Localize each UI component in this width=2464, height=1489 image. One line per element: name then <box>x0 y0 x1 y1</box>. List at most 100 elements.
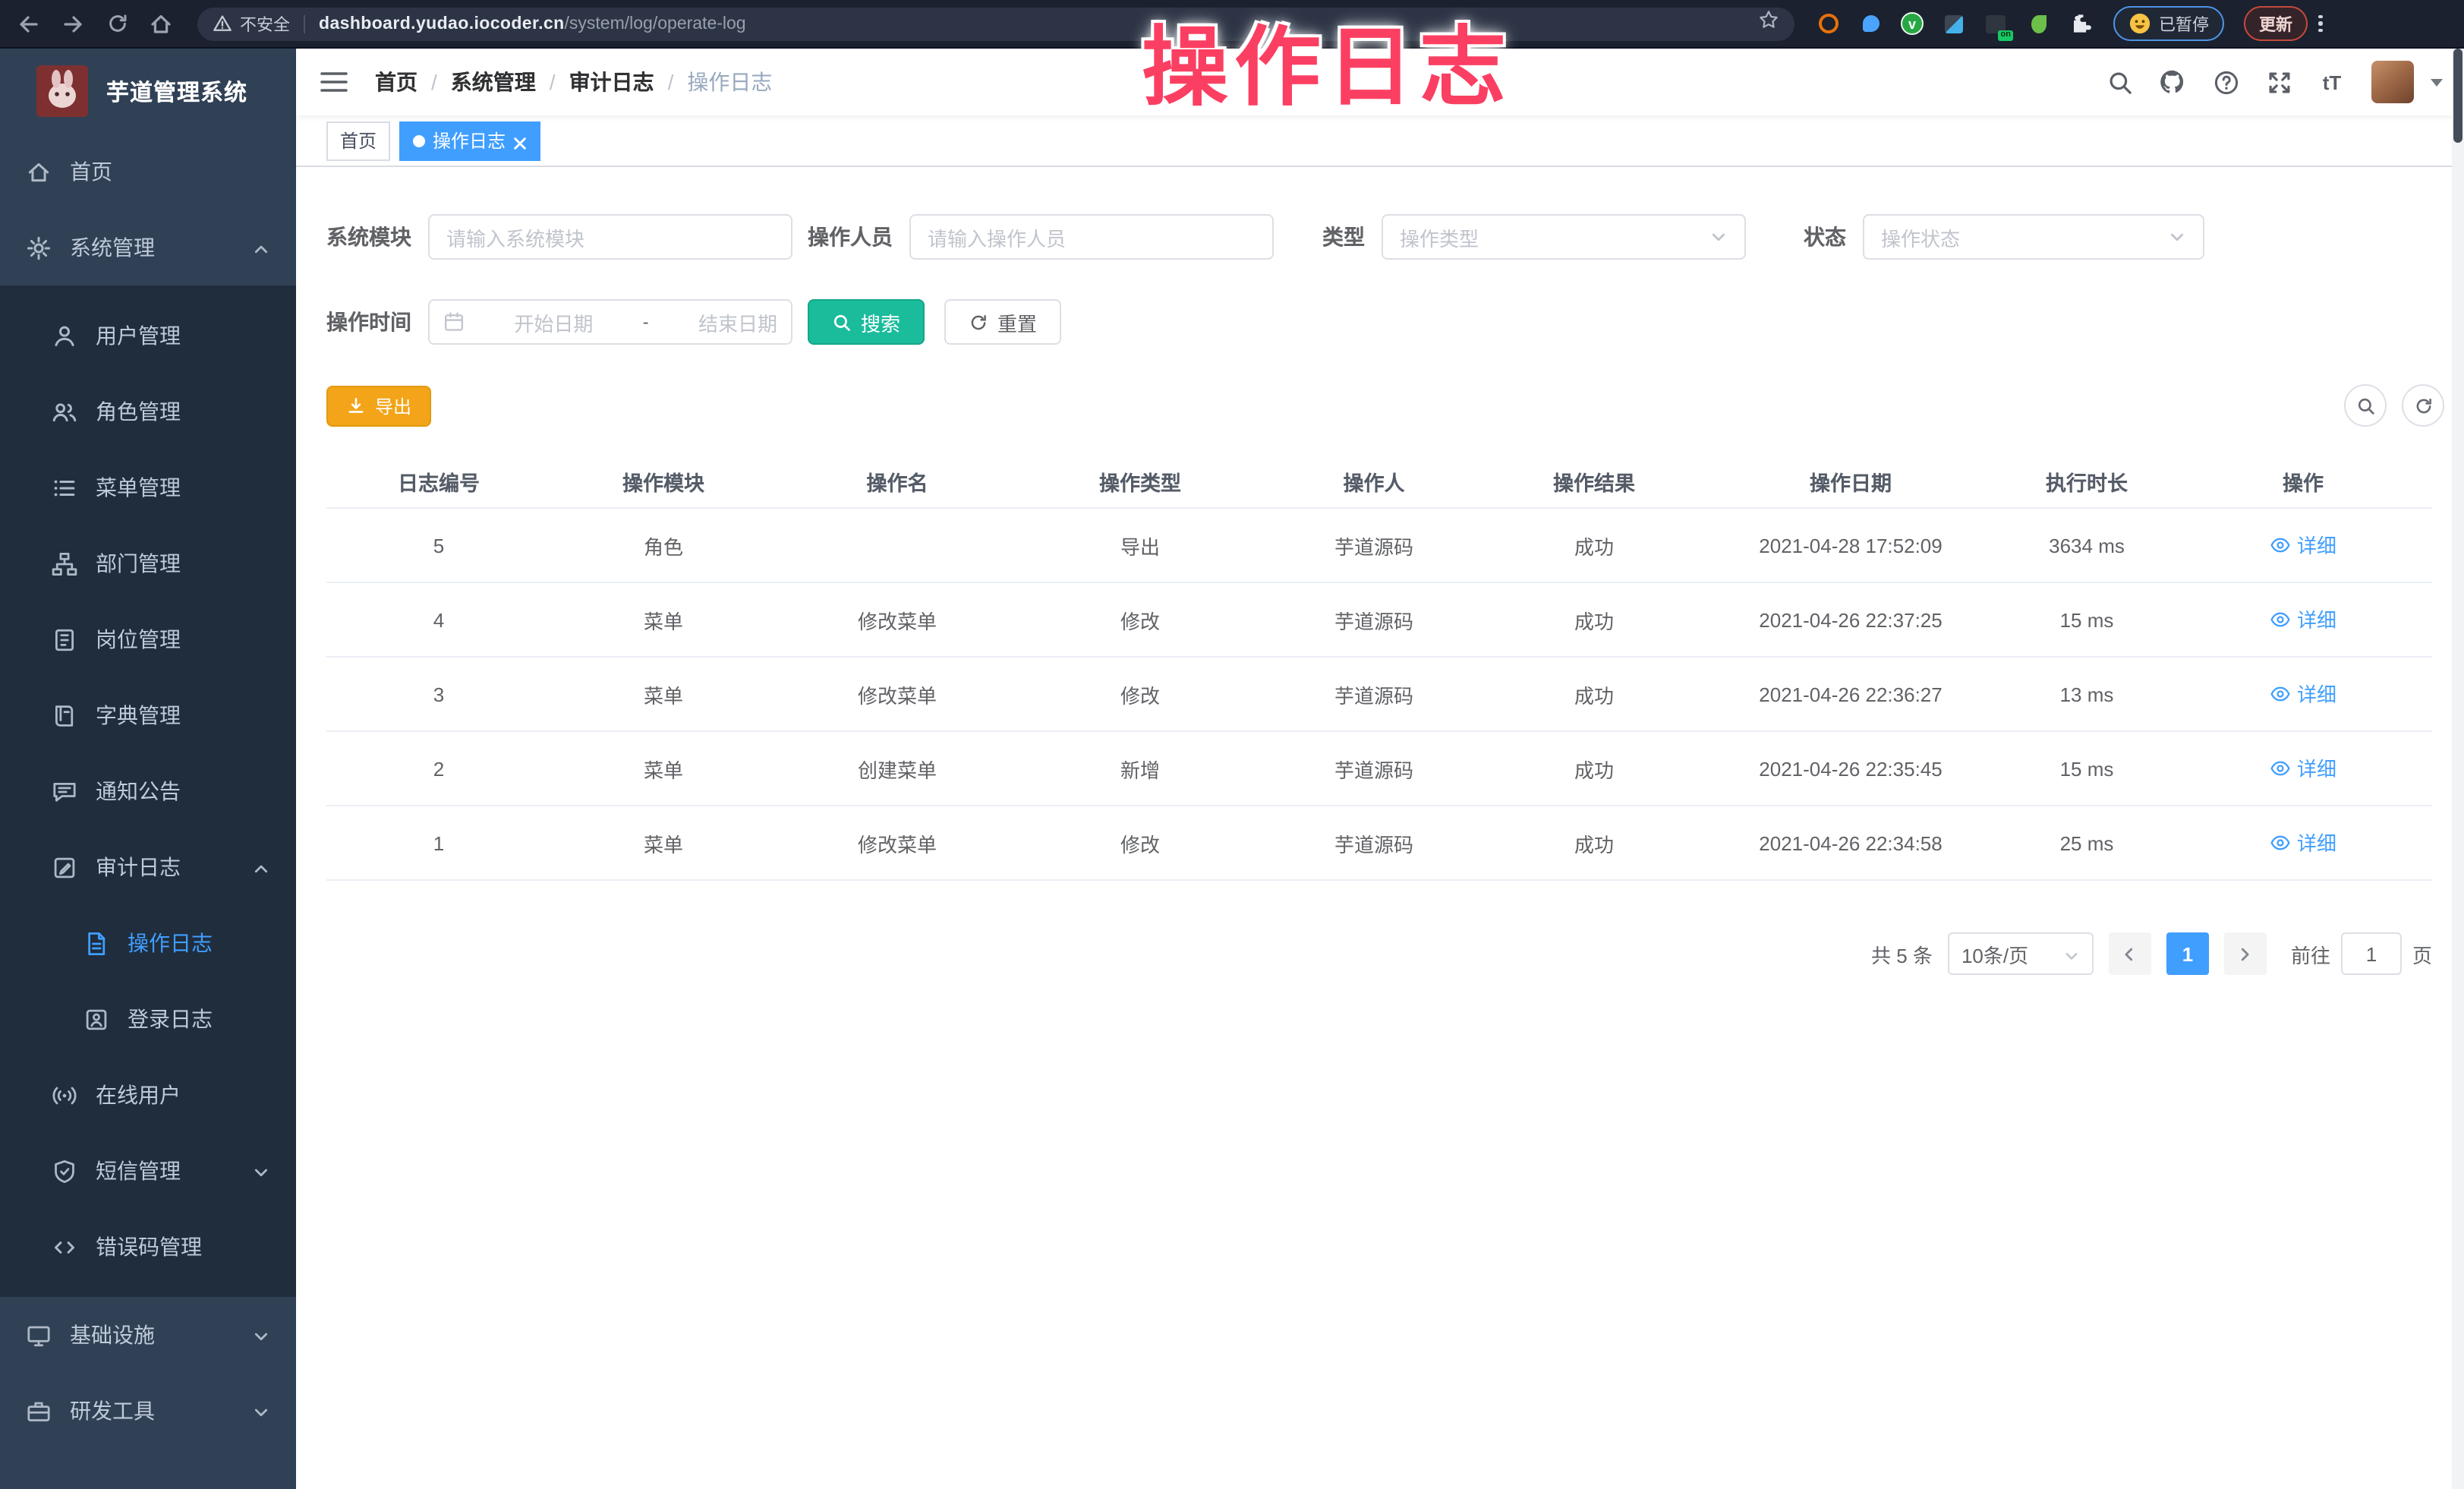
chevron-right-icon <box>2237 945 2254 962</box>
total-count: 共 5 条 <box>1871 939 1933 968</box>
sidebar-item-departments[interactable]: 部门管理 <box>0 525 296 601</box>
status-select[interactable]: 操作状态 <box>1863 214 2204 260</box>
search-button[interactable]: 搜索 <box>808 299 925 345</box>
search-button-label: 搜索 <box>861 308 900 336</box>
reset-button[interactable]: 重置 <box>944 299 1061 345</box>
breadcrumb-item[interactable]: 首页 <box>375 67 417 97</box>
sidebar-item-audit-log[interactable]: 审计日志 <box>0 829 296 905</box>
operator-input[interactable]: 请输入操作人员 <box>909 214 1274 260</box>
extensions-puzzle-icon[interactable] <box>2068 11 2094 36</box>
github-icon[interactable] <box>2159 68 2186 96</box>
sidebar-item-sms[interactable]: 短信管理 <box>0 1133 296 1209</box>
back-icon[interactable] <box>14 8 44 39</box>
app-logo <box>36 65 88 117</box>
extension-orange-icon[interactable] <box>1816 11 1842 36</box>
sidebar-item-menus[interactable]: 菜单管理 <box>0 450 296 525</box>
address-bar[interactable]: 不安全 dashboard.yudao.iocoder.cn /system/l… <box>197 7 1794 40</box>
page-size-select[interactable]: 10条/页 <box>1948 932 2094 975</box>
sidebar-item-home[interactable]: 首页 <box>0 134 296 210</box>
audit-log-icon <box>52 854 77 880</box>
caret-down-icon[interactable] <box>2431 78 2443 86</box>
tab-home[interactable]: 首页 <box>326 121 390 160</box>
browser-home-icon[interactable] <box>146 8 176 39</box>
hamburger-icon[interactable] <box>320 70 348 94</box>
detail-link[interactable]: 详细 <box>2270 605 2336 634</box>
sidebar-item-login-log[interactable]: 登录日志 <box>0 981 296 1057</box>
forward-icon[interactable] <box>58 8 88 39</box>
sidebar-item-posts[interactable]: 岗位管理 <box>0 601 296 677</box>
detail-link[interactable]: 详细 <box>2270 754 2336 783</box>
sidebar-item-infrastructure[interactable]: 基础设施 <box>0 1297 296 1373</box>
cell-name: 修改菜单 <box>776 680 1019 708</box>
column-header: 操作名 <box>776 465 1019 496</box>
filter-row-1: 系统模块 请输入系统模块 操作人员 请输入操作人员 类型 操作类型 状态 <box>326 214 2444 260</box>
column-header: 日志编号 <box>326 465 551 496</box>
bookmark-star-icon[interactable] <box>1758 9 1779 38</box>
type-label: 类型 <box>1322 222 1382 252</box>
close-icon[interactable] <box>513 134 527 147</box>
security-status[interactable]: 不安全 <box>213 11 290 36</box>
sidebar-item-dictionary[interactable]: 字典管理 <box>0 677 296 753</box>
cell-duration: 15 ms <box>1999 608 2174 631</box>
cell-module: 角色 <box>551 531 776 560</box>
home-icon <box>26 159 52 185</box>
prev-page-button[interactable] <box>2109 932 2151 975</box>
sidebar-item-label: 系统管理 <box>70 232 155 263</box>
sidebar-item-operate-log[interactable]: 操作日志 <box>0 905 296 981</box>
refresh-icon[interactable] <box>2402 384 2444 427</box>
breadcrumb-item[interactable]: 系统管理 <box>451 67 536 97</box>
extension-switch-icon[interactable]: on <box>1983 11 2009 36</box>
badge-icon <box>52 626 77 652</box>
cell-module: 菜单 <box>551 680 776 708</box>
app-logo-row[interactable]: 芋道管理系统 <box>0 49 296 134</box>
sidebar-item-label: 通知公告 <box>96 776 181 806</box>
reload-icon[interactable] <box>102 8 132 39</box>
help-icon[interactable] <box>2212 68 2239 96</box>
search-icon[interactable] <box>2106 68 2133 96</box>
cell-module: 菜单 <box>551 828 776 857</box>
browser-update-button[interactable]: 更新 <box>2244 6 2308 41</box>
toggle-search-icon[interactable] <box>2344 384 2387 427</box>
sidebar-item-label: 登录日志 <box>128 1004 213 1034</box>
date-range-picker[interactable]: 开始日期 - 结束日期 <box>428 299 792 345</box>
module-input[interactable]: 请输入系统模块 <box>428 214 792 260</box>
goto-page-input[interactable] <box>2341 932 2402 975</box>
scrollbar-thumb[interactable] <box>2453 49 2462 143</box>
next-page-button[interactable] <box>2224 932 2267 975</box>
detail-link[interactable]: 详细 <box>2270 531 2336 560</box>
browser-menu-icon[interactable] <box>2318 15 2322 33</box>
extension-v-icon[interactable]: v <box>1901 12 1924 35</box>
sidebar-item-roles[interactable]: 角色管理 <box>0 374 296 450</box>
font-size-icon[interactable]: tT <box>2318 68 2346 96</box>
page-number-button[interactable]: 1 <box>2166 932 2209 975</box>
eye-icon <box>2270 609 2291 630</box>
cell-result: 成功 <box>1486 828 1702 857</box>
refresh-icon <box>969 312 988 332</box>
fullscreen-icon[interactable] <box>2265 68 2292 96</box>
sidebar-item-error-codes[interactable]: 错误码管理 <box>0 1209 296 1285</box>
sidebar-item-online-users[interactable]: 在线用户 <box>0 1057 296 1133</box>
user-avatar[interactable] <box>2371 61 2414 103</box>
type-select[interactable]: 操作类型 <box>1382 214 1746 260</box>
extension-gem-icon[interactable] <box>1940 11 1966 36</box>
cell-type: 新增 <box>1019 754 1262 783</box>
breadcrumb-item[interactable]: 审计日志 <box>569 67 654 97</box>
page-scrollbar[interactable] <box>2452 49 2464 1489</box>
tab-operate-log[interactable]: 操作日志 <box>399 121 540 160</box>
profile-paused-chip[interactable]: 已暂停 <box>2113 6 2224 41</box>
cell-log-id: 2 <box>326 757 551 780</box>
column-header: 操作人 <box>1262 465 1486 496</box>
sidebar-item-announcements[interactable]: 通知公告 <box>0 753 296 829</box>
detail-link[interactable]: 详细 <box>2270 828 2336 857</box>
sidebar-item-label: 基础设施 <box>70 1320 155 1350</box>
export-button[interactable]: 导出 <box>326 385 431 426</box>
warning-icon <box>213 14 232 33</box>
extension-pin-icon[interactable] <box>1858 11 1884 36</box>
sidebar-item-label: 操作日志 <box>128 928 213 958</box>
extension-leaf-icon[interactable] <box>2025 11 2051 36</box>
detail-link[interactable]: 详细 <box>2270 680 2336 708</box>
sidebar-item-dev-tools[interactable]: 研发工具 <box>0 1373 296 1449</box>
sidebar-item-system[interactable]: 系统管理 <box>0 210 296 285</box>
sidebar-item-users[interactable]: 用户管理 <box>0 298 296 374</box>
cell-log-id: 1 <box>326 831 551 854</box>
